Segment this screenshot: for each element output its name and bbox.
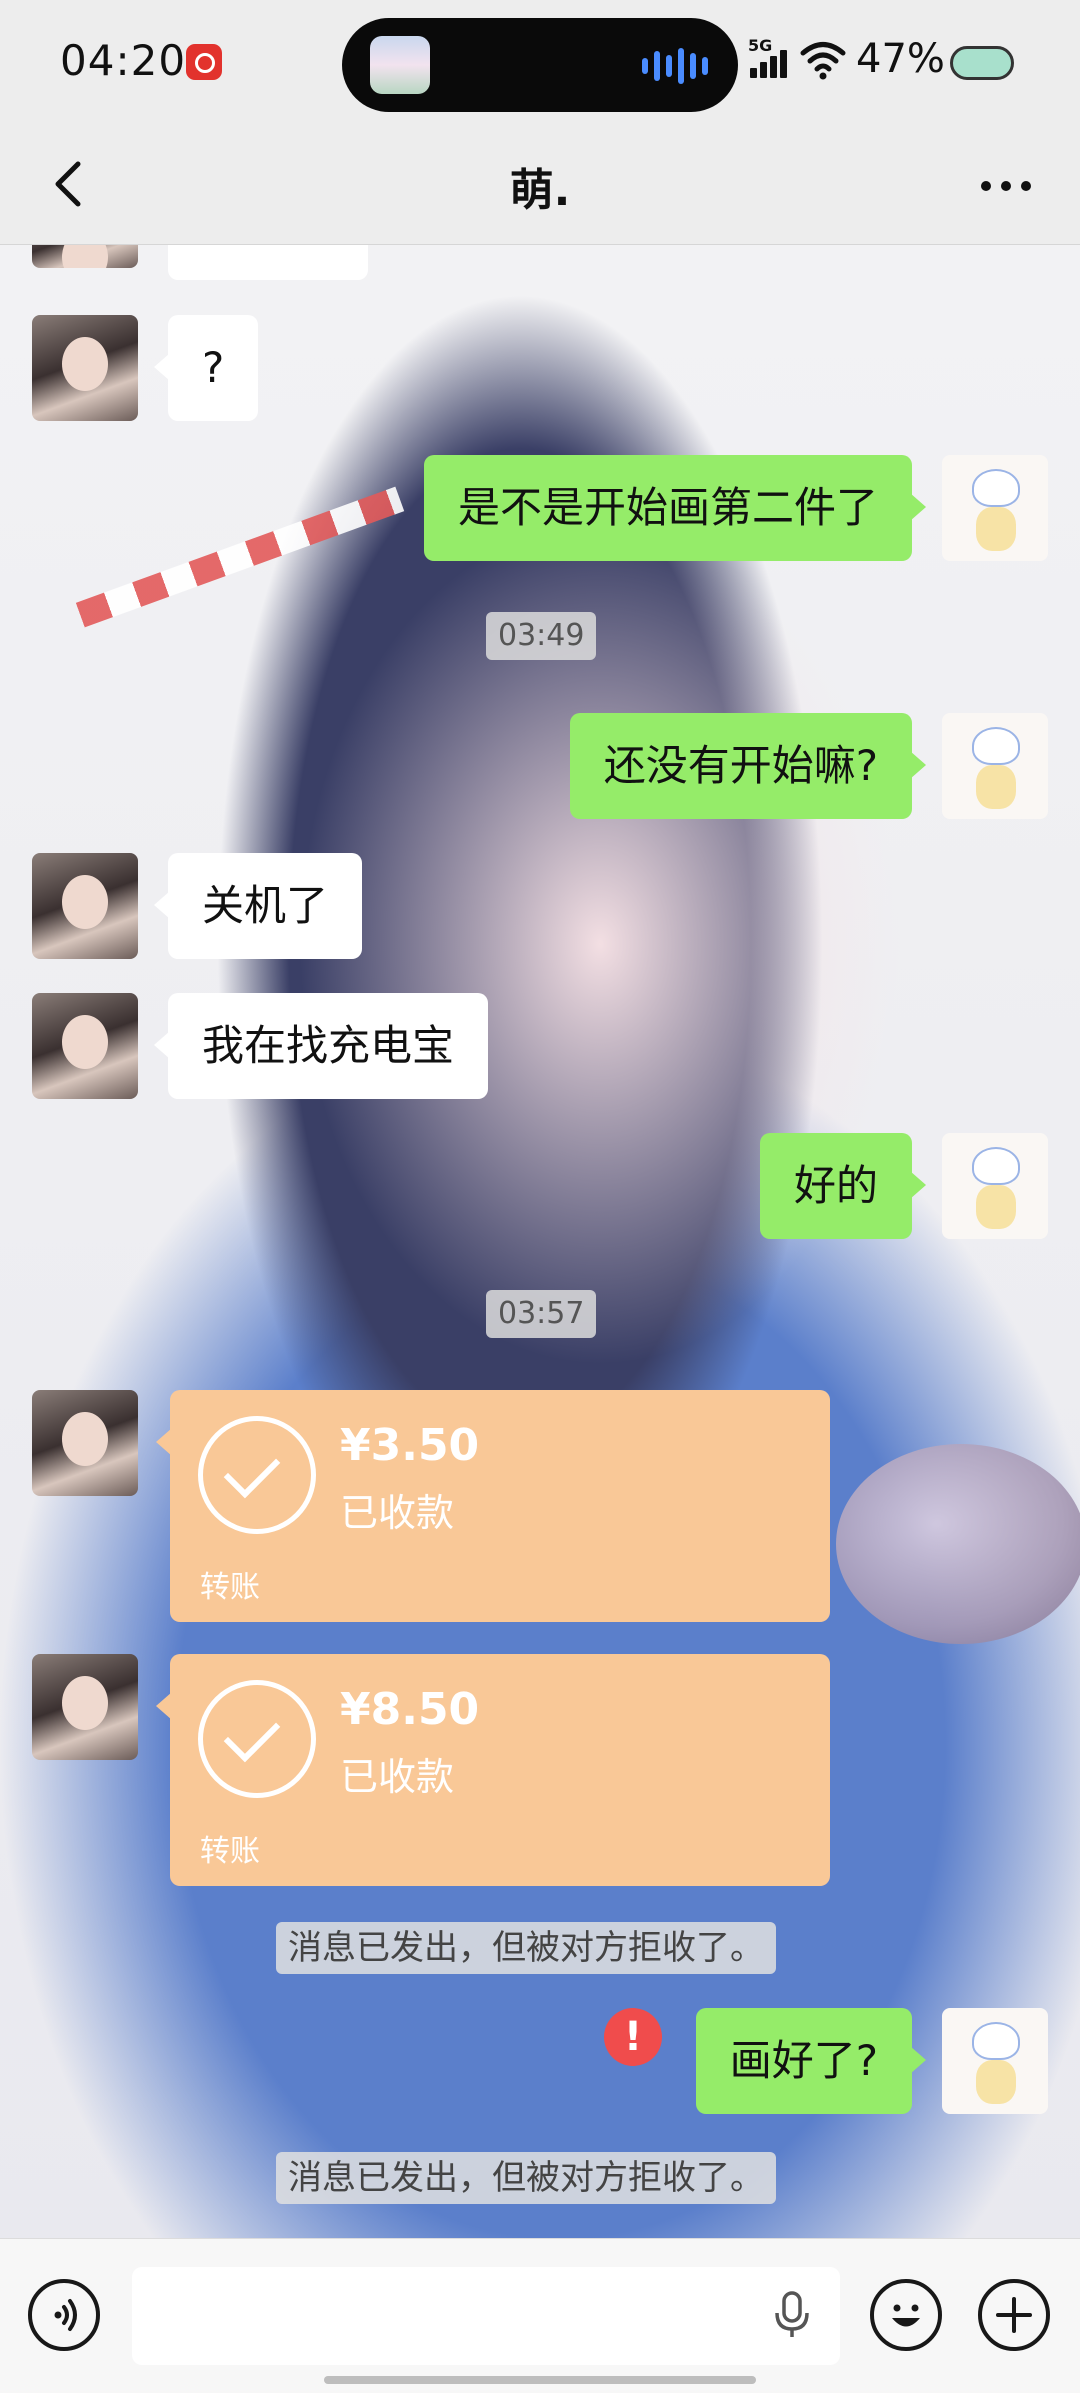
message-bubble-incoming[interactable]: 关机了 (153, 853, 363, 959)
contact-avatar[interactable] (32, 853, 138, 959)
message-timestamp: 03:57 (486, 1290, 597, 1338)
transfer-status: 已收款 (340, 1491, 455, 1535)
transfer-card[interactable]: ¥3.50 已收款 转账 (156, 1390, 830, 1622)
message-bubble-incoming[interactable] (168, 244, 368, 280)
transfer-card[interactable]: ¥8.50 已收款 转账 (156, 1654, 830, 1886)
system-message: 消息已发出，但被对方拒收了。 (276, 1922, 776, 1974)
chat-title: 萌. (509, 165, 571, 216)
message-bubble-outgoing[interactable]: 还没有开始嘛? (569, 713, 927, 819)
microphone-icon[interactable] (772, 2291, 812, 2339)
my-avatar[interactable] (942, 455, 1048, 561)
chat-header: 萌. (0, 130, 1080, 245)
contact-avatar[interactable] (32, 1654, 138, 1760)
contact-avatar[interactable] (32, 1390, 138, 1496)
status-time: 04:20 (60, 36, 187, 85)
wallpaper-decoration (836, 1444, 1080, 1644)
now-playing-thumbnail (370, 36, 430, 94)
wifi-icon (800, 42, 846, 80)
message-bubble-outgoing[interactable]: 是不是开始画第二件了 (423, 455, 927, 561)
voice-input-icon[interactable] (28, 2279, 100, 2351)
transfer-label: 转账 (200, 1834, 260, 1869)
chat-message-list[interactable]: ? 是不是开始画第二件了 03:49 还没有开始嘛? 关机了 我在找充电宝 好的… (0, 244, 1080, 2238)
contact-avatar[interactable] (32, 993, 138, 1099)
plus-icon[interactable] (978, 2279, 1050, 2351)
music-app-icon (186, 44, 222, 80)
battery-level: 47% (856, 36, 945, 82)
message-bubble-outgoing[interactable]: 画好了? (695, 2008, 927, 2114)
check-circle-icon (198, 1680, 316, 1798)
contact-avatar[interactable] (32, 315, 138, 421)
transfer-amount: ¥8.50 (340, 1684, 480, 1735)
battery-icon (950, 46, 1014, 80)
my-avatar[interactable] (942, 713, 1048, 819)
transfer-label: 转账 (200, 1570, 260, 1605)
check-circle-icon (198, 1416, 316, 1534)
message-timestamp: 03:49 (486, 612, 597, 660)
transfer-amount: ¥3.50 (340, 1420, 480, 1471)
wallpaper-decoration (75, 486, 405, 628)
message-bubble-outgoing[interactable]: 好的 (759, 1133, 927, 1239)
my-avatar[interactable] (942, 2008, 1048, 2114)
more-horizontal-icon[interactable] (976, 166, 1036, 206)
status-bar: 04:20 5G 47% (0, 0, 1080, 130)
system-message: 消息已发出，但被对方拒收了。 (276, 2152, 776, 2204)
contact-avatar[interactable] (32, 244, 138, 268)
message-text-field[interactable] (132, 2267, 840, 2365)
message-bubble-incoming[interactable]: ? (153, 315, 259, 421)
my-avatar[interactable] (942, 1133, 1048, 1239)
error-icon[interactable]: ! (604, 2008, 662, 2066)
message-input-bar (0, 2238, 1080, 2393)
transfer-status: 已收款 (340, 1755, 455, 1799)
message-bubble-incoming[interactable]: 我在找充电宝 (153, 993, 489, 1099)
home-indicator[interactable] (324, 2376, 756, 2384)
dynamic-island[interactable] (342, 18, 738, 112)
emoji-icon[interactable] (870, 2279, 942, 2351)
cellular-signal-icon: 5G (748, 36, 792, 82)
audio-wave-icon (642, 48, 708, 84)
